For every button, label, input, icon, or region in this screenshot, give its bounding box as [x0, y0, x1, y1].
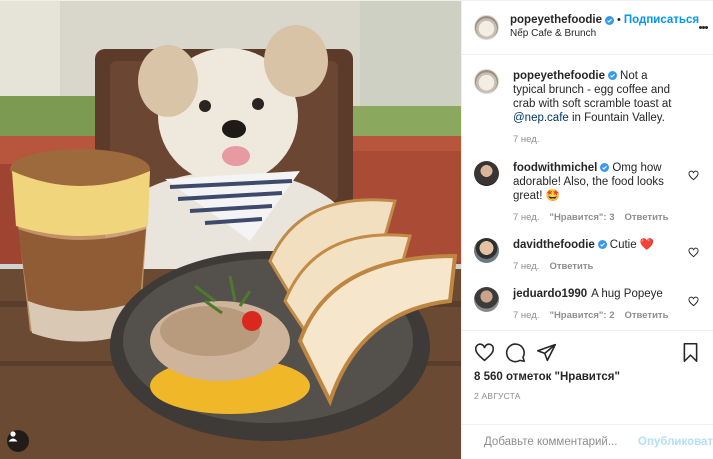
publish-button[interactable]: Опубликовать	[638, 436, 713, 448]
caption-username[interactable]: popeyethefoodie	[513, 70, 605, 82]
comment-time[interactable]: 7 нед.	[513, 310, 539, 321]
comment-text: jeduardo1990 A hug Popeye	[513, 287, 683, 301]
photo-illustration	[0, 1, 461, 459]
post-side-panel: popeyethefoodie • Подписаться Nếp Cafe &…	[461, 1, 713, 459]
user-tag-icon	[8, 431, 18, 442]
comment-content: Cutie ❤️	[609, 238, 655, 251]
bookmark-icon[interactable]	[680, 342, 701, 363]
location-link[interactable]: Nếp Cafe & Brunch	[510, 27, 699, 41]
more-icon-dot	[705, 25, 709, 29]
post-dialog: popeyethefoodie • Подписаться Nếp Cafe &…	[0, 0, 713, 459]
caption-text-after: in Fountain Valley.	[568, 111, 665, 124]
comment-like-heart-icon[interactable]	[688, 296, 699, 307]
share-icon[interactable]	[536, 342, 557, 363]
comment-item: foodwithmichel Omg how adorable! Also, th…	[474, 160, 701, 223]
comment-body: davidthefoodie Cutie ❤️ 7 нед. Ответить	[513, 238, 701, 272]
author-username[interactable]: popeyethefoodie	[510, 13, 602, 27]
comment-text: davidthefoodie Cutie ❤️	[513, 238, 683, 252]
comment-meta: 7 нед. Ответить	[513, 261, 683, 272]
reply-button[interactable]: Ответить	[549, 261, 593, 272]
mention-link[interactable]: @nep.cafe	[513, 112, 569, 124]
comment-likes[interactable]: "Нравится": 3	[549, 212, 614, 223]
more-options-button[interactable]	[699, 20, 709, 34]
verified-icon	[605, 15, 615, 25]
comment-like-heart-icon[interactable]	[688, 170, 699, 181]
post-date[interactable]: 2 АВГУСТА	[474, 391, 701, 401]
action-icons	[474, 338, 701, 366]
commenter-username[interactable]: davidthefoodie	[513, 239, 595, 251]
comment-text: foodwithmichel Omg how adorable! Also, th…	[513, 161, 683, 203]
header-text: popeyethefoodie • Подписаться Nếp Cafe &…	[510, 13, 699, 41]
header-separator: •	[617, 14, 621, 27]
caption-body: popeyethefoodie Not a typical brunch - eg…	[513, 69, 701, 145]
reply-button[interactable]: Ответить	[625, 212, 669, 223]
comment-item: davidthefoodie Cutie ❤️ 7 нед. Ответить	[474, 237, 701, 272]
commenter-avatar[interactable]	[474, 160, 499, 186]
verified-icon	[600, 163, 610, 173]
heart-icon[interactable]	[474, 342, 495, 363]
follow-button[interactable]: Подписаться	[624, 13, 699, 27]
comment-meta: 7 нед. "Нравится": 3 Ответить	[513, 212, 683, 223]
commenter-avatar[interactable]	[474, 286, 499, 312]
comment-likes[interactable]: "Нравится": 2	[549, 310, 614, 321]
comment-meta: 7 нед. "Нравится": 2 Ответить	[513, 310, 683, 321]
comment-content: A hug Popeye	[591, 287, 663, 300]
reply-button[interactable]: Ответить	[625, 310, 669, 321]
caption-avatar[interactable]	[474, 68, 499, 94]
comment-like-heart-icon[interactable]	[688, 247, 699, 258]
caption-meta: 7 нед.	[513, 134, 683, 145]
likes-count[interactable]: 8 560 отметок "Нравится"	[474, 371, 701, 383]
caption-text: popeyethefoodie Not a typical brunch - eg…	[513, 69, 683, 125]
comment-body: foodwithmichel Omg how adorable! Also, th…	[513, 161, 701, 223]
add-comment-bar: Опубликовать	[462, 423, 713, 459]
author-avatar[interactable]	[474, 14, 499, 40]
caption: popeyethefoodie Not a typical brunch - eg…	[474, 68, 701, 145]
comment-item: jeduardo1990 A hug Popeye 7 нед. "Нравитс…	[474, 286, 701, 321]
comment-input[interactable]	[484, 435, 638, 448]
post-actions: 8 560 отметок "Нравится" 2 АВГУСТА	[462, 330, 713, 423]
verified-icon	[597, 240, 607, 250]
comments-list[interactable]: popeyethefoodie Not a typical brunch - eg…	[462, 55, 713, 331]
comment-time[interactable]: 7 нед.	[513, 212, 539, 223]
comment-icon[interactable]	[505, 342, 526, 363]
caption-time[interactable]: 7 нед.	[513, 134, 539, 145]
comment-body: jeduardo1990 A hug Popeye 7 нед. "Нравитс…	[513, 287, 701, 321]
header-line: popeyethefoodie • Подписаться	[510, 13, 699, 27]
post-header: popeyethefoodie • Подписаться Nếp Cafe &…	[462, 1, 713, 55]
comment-time[interactable]: 7 нед.	[513, 261, 539, 272]
commenter-username[interactable]: jeduardo1990	[513, 288, 587, 300]
user-tag-button[interactable]	[7, 430, 29, 452]
commenter-avatar[interactable]	[474, 237, 499, 263]
verified-icon	[608, 71, 618, 81]
commenter-username[interactable]: foodwithmichel	[513, 162, 597, 174]
post-photo	[0, 1, 461, 459]
